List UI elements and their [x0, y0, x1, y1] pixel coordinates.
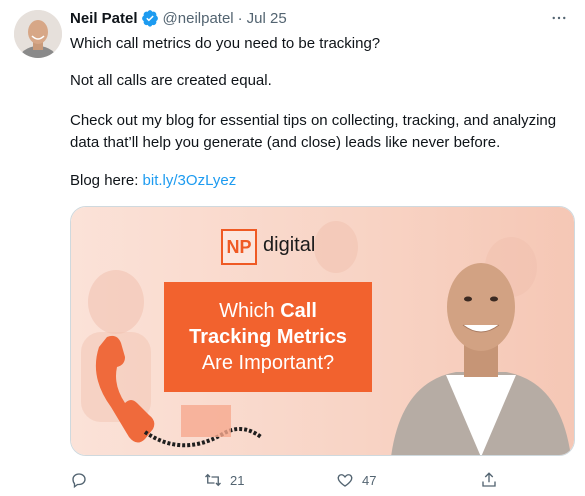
avatar[interactable] — [14, 10, 62, 58]
tweet-header: Neil Patel @neilpatel · Jul 25 — [70, 7, 287, 29]
blog-link[interactable]: bit.ly/3OzLyez — [143, 172, 237, 189]
tweet-date[interactable]: Jul 25 — [247, 10, 287, 27]
headline-line1: Which Call — [164, 298, 372, 324]
author-name[interactable]: Neil Patel — [70, 10, 138, 27]
blog-label: Blog here: — [70, 172, 143, 189]
like-button[interactable]: 47 — [336, 471, 376, 489]
tweet[interactable]: Neil Patel @neilpatel · Jul 25 Which cal… — [0, 0, 585, 496]
share-button[interactable] — [480, 471, 498, 489]
reply-button[interactable] — [70, 471, 96, 489]
np-logo-mark: NP — [221, 229, 257, 265]
more-button[interactable] — [549, 8, 569, 28]
tweet-text-line1: Which call metrics do you need to be tra… — [70, 35, 381, 52]
tweet-text-line2: Not all calls are created equal. — [70, 72, 272, 89]
share-icon — [482, 472, 496, 487]
like-count: 47 — [362, 472, 377, 488]
headline-bold2: Tracking Metrics — [189, 326, 347, 348]
retweet-count: 21 — [230, 472, 245, 488]
verified-badge-icon — [141, 9, 159, 27]
np-logo-word: digital — [263, 234, 316, 256]
tweet-text-paragraph: Check out my blog for essential tips on … — [70, 112, 557, 151]
headline-bold1: Call — [280, 300, 317, 322]
like-icon — [337, 474, 353, 487]
separator-dot: · — [237, 9, 243, 27]
headline-line2: Tracking Metrics — [164, 324, 372, 350]
headline-pre: Which — [219, 300, 281, 322]
headline-line3: Are Important? — [201, 352, 335, 374]
more-icon — [552, 16, 566, 20]
tweet-media-image[interactable]: NP digital Which Call Tracking Metrics A… — [70, 206, 575, 456]
reply-icon — [72, 473, 86, 489]
tweet-actions: 21 47 — [70, 468, 575, 492]
author-handle[interactable]: @neilpatel — [163, 10, 234, 27]
tweet-text-blog-line: Blog here: bit.ly/3OzLyez — [70, 170, 570, 192]
retweet-button[interactable]: 21 — [204, 471, 244, 489]
retweet-icon — [205, 473, 221, 487]
media-headline: Which Call Tracking Metrics Are Importan… — [164, 282, 372, 392]
